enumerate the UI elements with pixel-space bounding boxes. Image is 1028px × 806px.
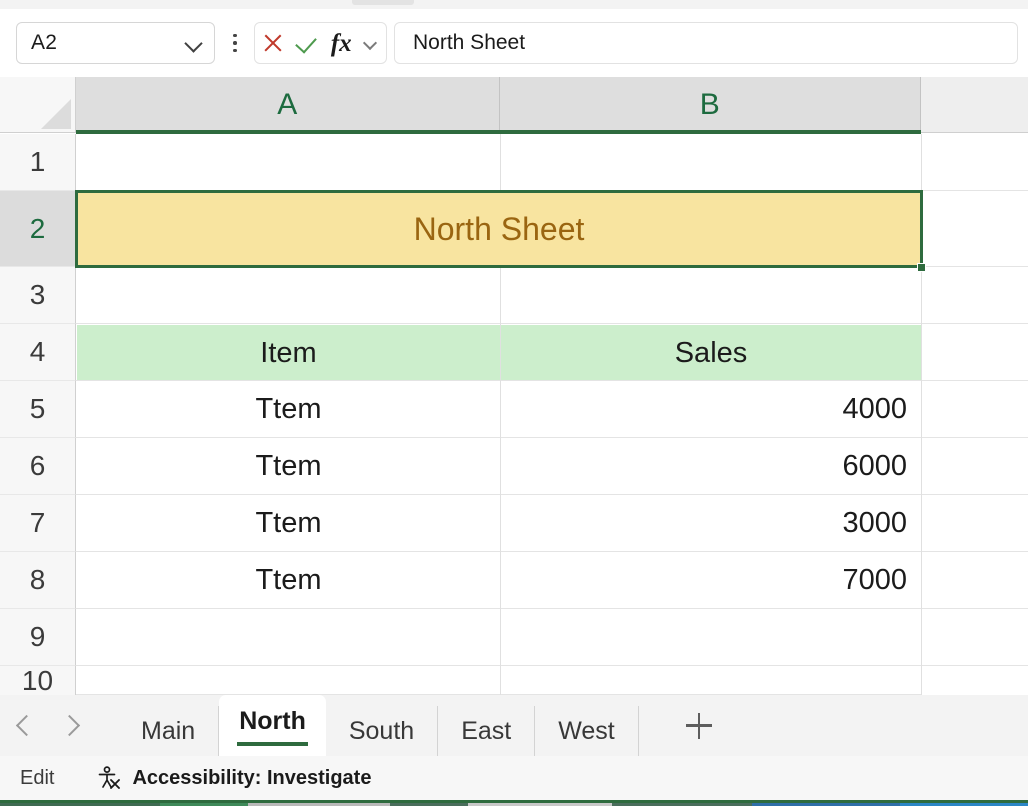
sheet-tab-east[interactable]: East [438,706,535,756]
sheet-tab-north-label: North [239,707,306,736]
sheet-tab-south[interactable]: South [326,706,438,756]
formula-input[interactable]: North Sheet [394,22,1018,64]
gridline [76,665,921,666]
cell-a4[interactable]: Item [77,325,500,381]
accessibility-person-icon [96,765,122,791]
accessibility-label: Accessibility: Investigate [132,767,371,790]
row-header-4[interactable]: 4 [0,324,76,381]
sheet-tabs: Main North South East West [118,695,639,756]
gridline [76,437,921,438]
row-header-5-label: 5 [30,393,46,425]
column-header-b[interactable]: B [500,77,921,133]
cancel-x-icon[interactable] [260,30,286,56]
sheet-tab-south-label: South [349,717,414,746]
gridline [921,437,1028,438]
gridline [76,551,921,552]
gridline [921,266,1028,267]
select-all-corner[interactable] [0,77,76,133]
row-header-7-label: 7 [30,507,46,539]
row-header-6[interactable]: 6 [0,438,76,495]
cell-a2-value[interactable]: North Sheet [77,192,921,266]
sheet-tab-west-label: West [558,717,615,746]
row-header-2-label: 2 [30,213,46,245]
cell-b6[interactable]: 6000 [501,439,921,494]
gridline [921,494,1028,495]
row-header-8[interactable]: 8 [0,552,76,609]
column-header-c-partial[interactable] [921,77,1028,133]
sheet-tab-west[interactable]: West [535,706,639,756]
cell-b4[interactable]: Sales [501,325,921,381]
active-tab-underline [237,742,308,746]
name-box[interactable]: A2 [16,22,215,64]
formula-controls: fx [254,22,387,64]
chevron-right-icon[interactable] [48,695,96,756]
cell-b8[interactable]: 7000 [501,553,921,608]
cell-b5[interactable]: 4000 [501,382,921,437]
gridline [921,190,1028,191]
column-header-b-label: B [700,88,721,122]
gridline [76,494,921,495]
kebab-dot [233,49,237,53]
row-header-10[interactable]: 10 [0,666,76,695]
fill-handle[interactable] [917,263,926,272]
gridline [76,323,921,324]
row-header-9-label: 9 [30,621,46,653]
cell-a7[interactable]: Ttem [77,496,500,551]
gridline [921,608,1028,609]
sheet-tab-main-label: Main [141,717,195,746]
sheet-tab-bar: Main North South East West [0,695,1028,756]
cell-a5[interactable]: Ttem [77,382,500,437]
cell-a8[interactable]: Ttem [77,553,500,608]
ribbon-chip [352,0,414,5]
ribbon-remnant [0,0,1028,9]
kebab-dot [233,41,237,45]
name-box-value: A2 [31,31,184,55]
gridline [921,323,1028,324]
gridline [921,665,1028,666]
row-header-7[interactable]: 7 [0,495,76,552]
cell-b7[interactable]: 3000 [501,496,921,551]
row-header-3[interactable]: 3 [0,267,76,324]
corner-triangle-icon [41,99,71,129]
row-header-5[interactable]: 5 [0,381,76,438]
cell-a6[interactable]: Ttem [77,439,500,494]
sheet-tab-main[interactable]: Main [118,706,219,756]
row-header-2[interactable]: 2 [0,191,76,267]
row-header-1[interactable]: 1 [0,134,76,191]
row-header-1-label: 1 [30,146,46,178]
gridline [921,380,1028,381]
column-header-a[interactable]: A [76,77,500,133]
kebab-menu-icon[interactable] [222,22,248,64]
status-mode-label: Edit [20,767,54,790]
sheet-tab-east-label: East [461,717,511,746]
status-bar: Edit Accessibility: Investigate [0,756,1028,800]
gridline [921,551,1028,552]
gridline [500,134,501,190]
chevron-down-icon[interactable] [361,33,381,53]
gridline [76,608,921,609]
column-header-underline [76,130,921,134]
row-header-4-label: 4 [30,336,46,368]
row-header-10-label: 10 [22,665,53,697]
enter-check-icon[interactable] [295,30,321,56]
row-header-8-label: 8 [30,564,46,596]
sheet-tab-north[interactable]: North [219,695,326,756]
accessibility-status[interactable]: Accessibility: Investigate [96,765,371,791]
row-header-9[interactable]: 9 [0,609,76,666]
column-header-a-label: A [277,88,298,122]
kebab-dot [233,34,237,38]
chevron-left-icon[interactable] [0,695,48,756]
gridline [921,134,922,695]
function-fx-icon[interactable]: fx [331,31,352,56]
plus-icon[interactable] [675,695,723,756]
spreadsheet-grid: A B 1 2 3 4 5 6 7 8 9 10 North Sheet Ite… [0,77,1028,695]
gridline [76,190,921,191]
row-header-3-label: 3 [30,279,46,311]
row-header-6-label: 6 [30,450,46,482]
formula-bar: A2 fx North Sheet [0,9,1028,77]
chevron-down-icon[interactable] [184,33,204,53]
